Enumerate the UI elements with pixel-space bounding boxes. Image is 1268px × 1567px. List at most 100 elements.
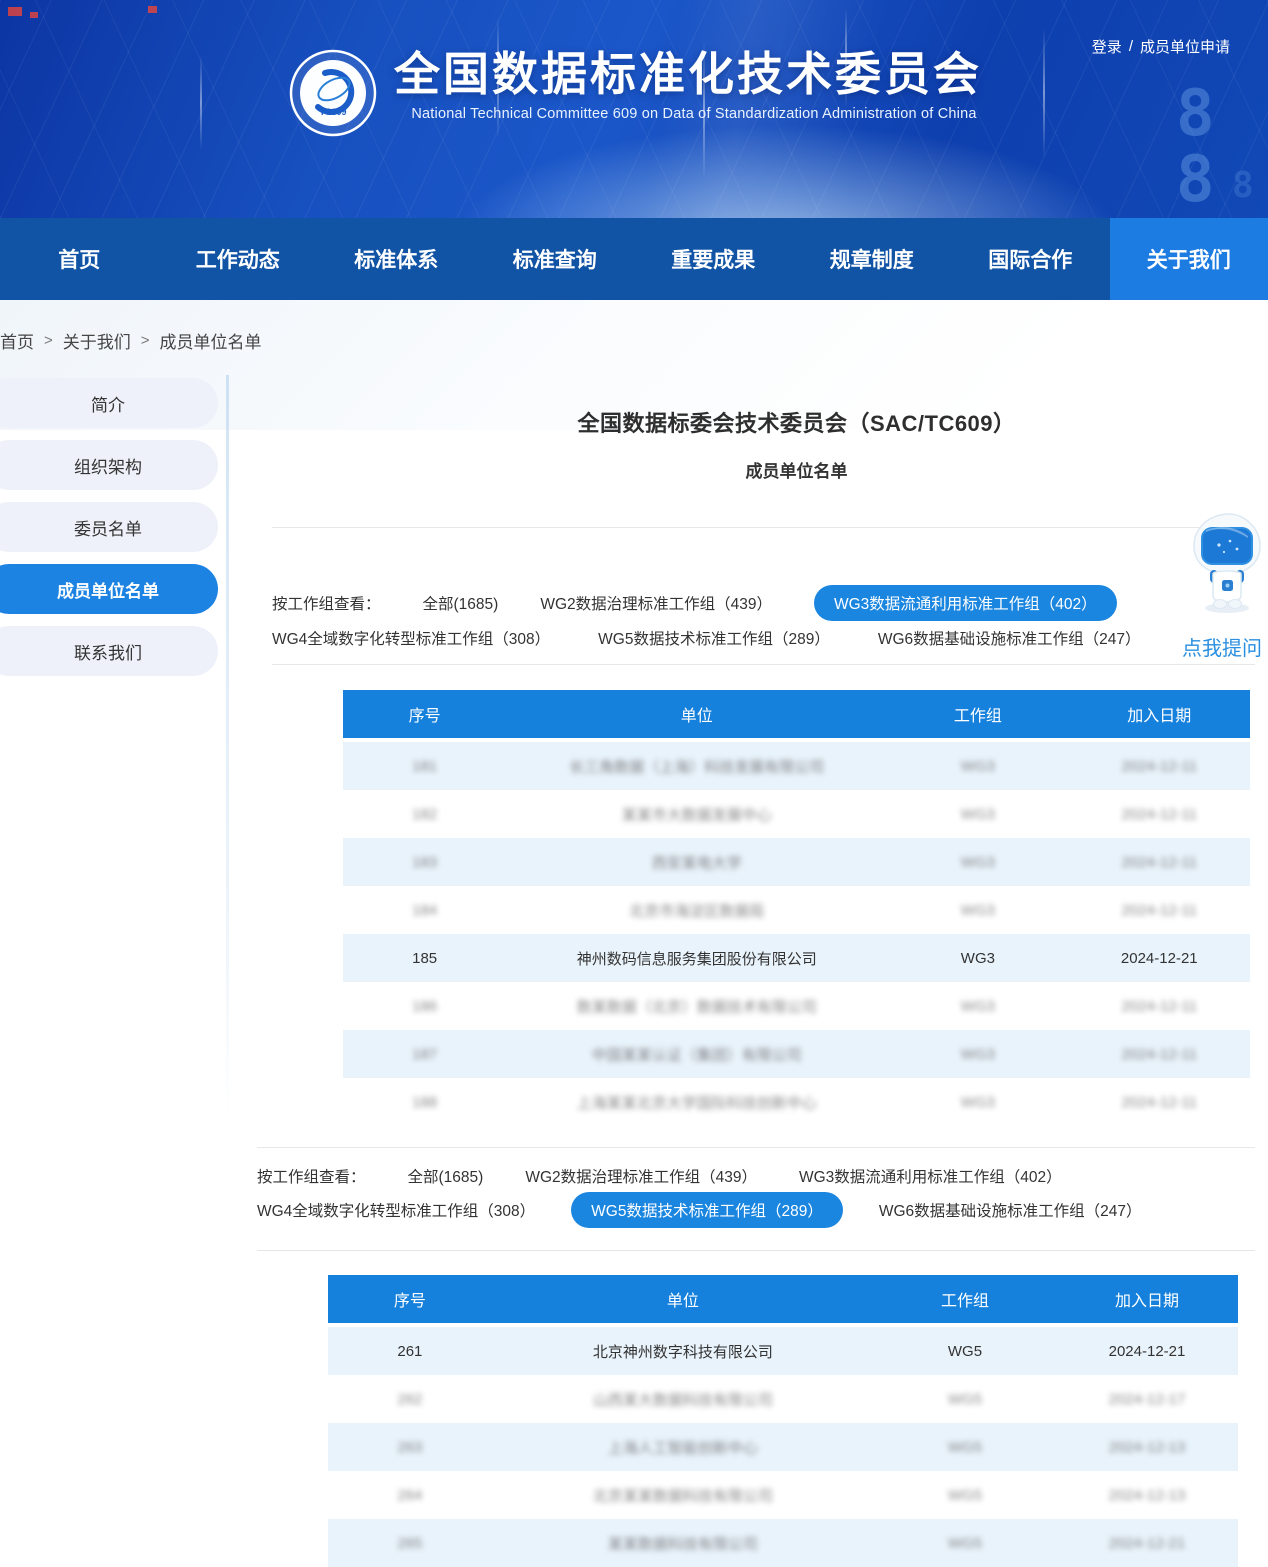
filter-wg6[interactable]: WG6数据基础设施标准工作组（247） xyxy=(878,627,1141,649)
table-row: 265 某某数据科技有限公司 WG5 2024-12-21 xyxy=(328,1519,1238,1567)
banner-digit-decoration: 8 xyxy=(1176,82,1215,146)
section-divider xyxy=(257,1250,1255,1251)
nav-item-regulations[interactable]: 规章制度 xyxy=(793,218,952,300)
workgroup-filter-row-1: 按工作组查看： 全部(1685) WG2数据治理标准工作组（439） WG3数据… xyxy=(257,1161,1062,1191)
nav-item-standard-system[interactable]: 标准体系 xyxy=(317,218,476,300)
table-header-row: 序号 单位 工作组 加入日期 xyxy=(328,1275,1238,1323)
main-navigation: 首页 工作动态 标准体系 标准查询 重要成果 规章制度 国际合作 关于我们 xyxy=(0,218,1268,300)
cell-index: 187 xyxy=(343,1046,506,1063)
section-divider xyxy=(272,664,1255,665)
table-row: 182 某某市大数据发展中心 WG3 2024-12-11 xyxy=(343,790,1250,838)
column-header-join-date: 加入日期 xyxy=(1056,1287,1238,1311)
filter-wg3[interactable]: WG3数据流通利用标准工作组（402） xyxy=(814,585,1117,621)
table-row: 264 北京某某数据科技有限公司 WG5 2024-12-13 xyxy=(328,1471,1238,1519)
site-subtitle-english: National Technical Committee 609 on Data… xyxy=(394,106,994,122)
nav-item-standard-query[interactable]: 标准查询 xyxy=(476,218,635,300)
cell-join-date: 2024-12-17 xyxy=(1056,1391,1238,1408)
banner-digit-decoration: 8 xyxy=(1232,168,1254,204)
filter-wg5[interactable]: WG5数据技术标准工作组（289） xyxy=(598,627,830,649)
cell-unit: 神州数码信息服务集团股份有限公司 xyxy=(506,948,887,969)
cell-join-date: 2024-12-11 xyxy=(1069,806,1250,823)
table-body: 181 长三角数据（上海）科技发展有限公司 WG3 2024-12-11 182… xyxy=(343,742,1250,1126)
cell-index: 264 xyxy=(328,1487,492,1504)
assistant-robot-icon[interactable] xyxy=(1186,512,1268,616)
breadcrumb-current-page: 成员单位名单 xyxy=(160,328,262,353)
sidebar-item-committee-members[interactable]: 委员名单 xyxy=(0,502,218,552)
cell-workgroup: WG3 xyxy=(887,758,1068,775)
filter-label: 按工作组查看： xyxy=(257,1165,366,1187)
sidebar-item-organization[interactable]: 组织架构 xyxy=(0,440,218,490)
sidebar-item-member-units[interactable]: 成员单位名单 xyxy=(0,564,218,614)
cell-join-date: 2024-12-11 xyxy=(1069,1094,1250,1111)
cell-unit: 山西某大数据科技有限公司 xyxy=(492,1389,874,1410)
assistant-ask-me-link[interactable]: 点我提问 xyxy=(1171,632,1268,661)
banner-glitch-pixel xyxy=(30,12,38,18)
cell-workgroup: WG3 xyxy=(887,998,1068,1015)
cell-unit: 上海人工智能创新中心 xyxy=(492,1437,874,1458)
banner-light-streak xyxy=(1043,28,1045,158)
filter-wg5[interactable]: WG5数据技术标准工作组（289） xyxy=(571,1192,843,1228)
table-body: 261 北京神州数字科技有限公司 WG5 2024-12-21 262 山西某大… xyxy=(328,1327,1238,1567)
cell-workgroup: WG3 xyxy=(887,806,1068,823)
cell-index: 188 xyxy=(343,1094,506,1111)
account-links-separator: / xyxy=(1129,38,1133,55)
cell-unit: 长三角数据（上海）科技发展有限公司 xyxy=(506,756,887,777)
filter-wg2[interactable]: WG2数据治理标准工作组（439） xyxy=(525,1165,757,1187)
breadcrumb-separator: > xyxy=(141,332,150,349)
filter-all[interactable]: 全部(1685) xyxy=(408,1165,484,1187)
filter-wg4[interactable]: WG4全域数字化转型标准工作组（308） xyxy=(257,1199,535,1221)
header-account-links: 登录 / 成员单位申请 xyxy=(1092,36,1230,57)
cell-unit: 数某数据（北京）数据技术有限公司 xyxy=(506,996,887,1017)
filter-wg4[interactable]: WG4全域数字化转型标准工作组（308） xyxy=(272,627,550,649)
filter-wg3[interactable]: WG3数据流通利用标准工作组（402） xyxy=(799,1165,1062,1187)
banner-glitch-pixel xyxy=(148,6,157,13)
column-header-join-date: 加入日期 xyxy=(1069,702,1250,726)
column-header-workgroup: 工作组 xyxy=(874,1287,1056,1311)
filter-label: 按工作组查看： xyxy=(272,592,381,614)
cell-index: 184 xyxy=(343,902,506,919)
cell-join-date: 2024-12-13 xyxy=(1056,1487,1238,1504)
table-row: 181 长三角数据（上海）科技发展有限公司 WG3 2024-12-11 xyxy=(343,742,1250,790)
cell-join-date: 2024-12-11 xyxy=(1069,1046,1250,1063)
breadcrumb-home[interactable]: 首页 xyxy=(0,328,34,353)
section-divider xyxy=(257,1147,1255,1148)
login-link[interactable]: 登录 xyxy=(1092,36,1122,57)
banner-digit-decoration: 8 xyxy=(1176,148,1215,212)
page-title: 全国数据标委会技术委员会（SAC/TC609） xyxy=(343,406,1250,438)
cell-join-date: 2024-12-11 xyxy=(1069,758,1250,775)
workgroup-filter-row-2: WG4全域数字化转型标准工作组（308） WG5数据技术标准工作组（289） W… xyxy=(272,623,1141,653)
cell-index: 186 xyxy=(343,998,506,1015)
nav-item-work-news[interactable]: 工作动态 xyxy=(159,218,318,300)
committee-logo-icon: TC609 xyxy=(288,48,378,143)
filter-wg2[interactable]: WG2数据治理标准工作组（439） xyxy=(540,592,772,614)
site-brand: TC609 全国数据标准化技术委员会 National Technical Co… xyxy=(288,48,994,143)
cell-workgroup: WG3 xyxy=(887,1094,1068,1111)
banner-light-streak xyxy=(200,55,202,150)
sidebar-item-intro[interactable]: 简介 xyxy=(0,378,218,428)
filter-wg6[interactable]: WG6数据基础设施标准工作组（247） xyxy=(879,1199,1142,1221)
nav-item-international[interactable]: 国际合作 xyxy=(951,218,1110,300)
site-title: 全国数据标准化技术委员会 xyxy=(394,48,994,101)
filter-all[interactable]: 全部(1685) xyxy=(423,592,499,614)
sidebar-item-contact-us[interactable]: 联系我们 xyxy=(0,626,218,676)
member-apply-link[interactable]: 成员单位申请 xyxy=(1140,36,1230,57)
nav-item-home[interactable]: 首页 xyxy=(0,218,159,300)
cell-join-date: 2024-12-11 xyxy=(1069,902,1250,919)
nav-item-about-us[interactable]: 关于我们 xyxy=(1110,218,1268,300)
cell-workgroup: WG5 xyxy=(874,1343,1056,1360)
header-banner: 8 8 8 登录 / 成员单位申请 TC609 全国数据标准化技术委员会 Nat… xyxy=(0,0,1268,218)
cell-unit: 北京某某数据科技有限公司 xyxy=(492,1485,874,1506)
cell-workgroup: WG5 xyxy=(874,1391,1056,1408)
cell-index: 182 xyxy=(343,806,506,823)
column-header-index: 序号 xyxy=(328,1287,492,1311)
breadcrumb-about-us[interactable]: 关于我们 xyxy=(63,328,131,353)
table-row: 262 山西某大数据科技有限公司 WG5 2024-12-17 xyxy=(328,1375,1238,1423)
column-header-workgroup: 工作组 xyxy=(887,702,1068,726)
cell-join-date: 2024-12-11 xyxy=(1069,998,1250,1015)
about-sidebar: 简介 组织架构 委员名单 成员单位名单 联系我们 xyxy=(0,378,218,688)
cell-index: 183 xyxy=(343,854,506,871)
nav-item-achievements[interactable]: 重要成果 xyxy=(634,218,793,300)
member-units-table-wg3: 序号 单位 工作组 加入日期 181 长三角数据（上海）科技发展有限公司 WG3… xyxy=(343,690,1250,1126)
table-row: 187 中国某某认证（集团）有限公司 WG3 2024-12-11 xyxy=(343,1030,1250,1078)
table-header-row: 序号 单位 工作组 加入日期 xyxy=(343,690,1250,738)
